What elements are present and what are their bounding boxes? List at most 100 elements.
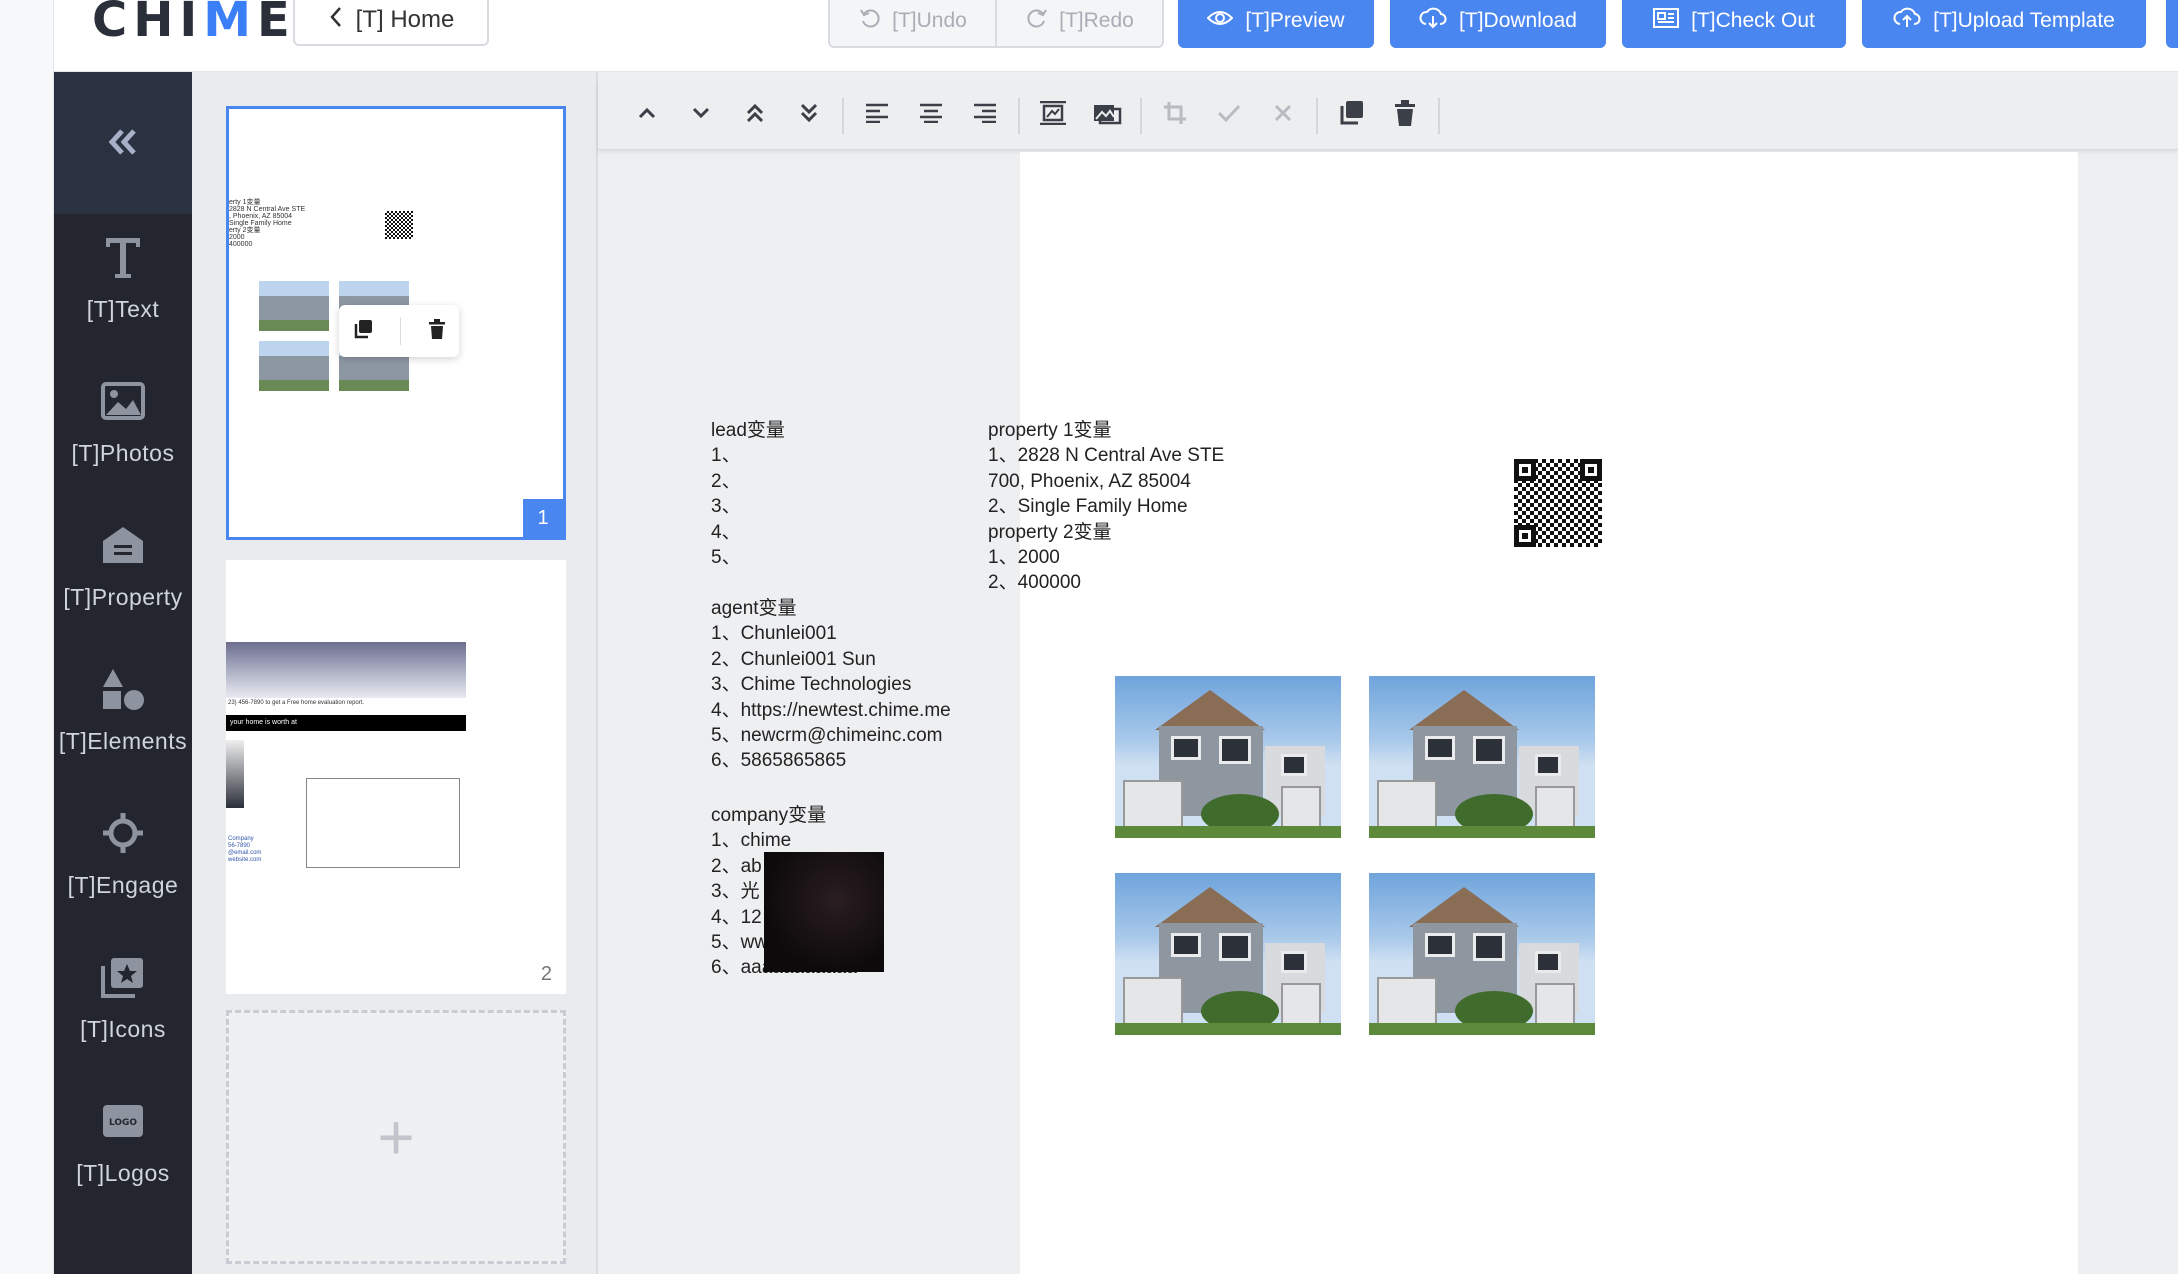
sidebar-label-text: [T]Text xyxy=(86,296,160,322)
house-photo-element[interactable] xyxy=(1369,873,1595,1035)
preview-button[interactable]: [T]Preview xyxy=(1178,0,1374,48)
sidebar-label-engage: [T]Engage xyxy=(67,872,179,898)
home-button[interactable]: [T] Home xyxy=(293,0,489,46)
thumbnail-tools-popup xyxy=(339,305,459,357)
redo-button[interactable]: [T]Redo xyxy=(995,0,1162,46)
page-number-badge: 1 xyxy=(523,499,563,537)
sidebar-label-photos: [T]Photos xyxy=(71,440,175,466)
checkout-document-icon xyxy=(1653,7,1680,35)
agent-variables-text[interactable]: agent变量 1、Chunlei001 2、Chunlei001 Sun 3、… xyxy=(711,596,951,774)
align-center-button[interactable] xyxy=(904,89,958,143)
left-sidebar: [T]Text [T]Photos [T]Property [T]Element… xyxy=(54,72,192,1274)
sidebar-label-icons: [T]Icons xyxy=(80,1016,166,1042)
check-out-label: [T]Check Out xyxy=(1691,9,1815,32)
upload-template-label: [T]Upload Template xyxy=(1933,9,2115,32)
editor-workspace: lead变量 1、 2、 3、 4、 5、 agent变量 1、Chunlei0… xyxy=(598,72,2178,1274)
add-page-button[interactable]: + xyxy=(226,1010,566,1264)
undo-button[interactable]: [T]Undo xyxy=(830,0,995,46)
sidebar-item-icons[interactable]: [T]Icons xyxy=(54,946,192,1066)
page-thumbnail-1[interactable]: erty 1变量 2828 N Central Ave STE , Phoeni… xyxy=(226,106,566,540)
sidebar-item-elements[interactable]: [T]Elements xyxy=(54,658,192,778)
align-right-icon xyxy=(973,103,997,128)
qr-code-element[interactable] xyxy=(1514,459,1602,547)
more-button[interactable] xyxy=(2166,0,2178,48)
align-center-icon xyxy=(919,103,943,128)
download-button[interactable]: [T]Download xyxy=(1390,0,1606,48)
eye-icon xyxy=(1206,8,1234,34)
trash-icon[interactable] xyxy=(428,318,446,344)
house-photo-element[interactable] xyxy=(1115,676,1341,838)
trash-icon xyxy=(1394,100,1416,131)
page-thumbnail-2[interactable]: 23) 456-7890 to get a Free home evaluati… xyxy=(226,560,566,994)
chevron-down-icon xyxy=(691,106,711,125)
align-right-button[interactable] xyxy=(958,89,1012,143)
thumbnail-2-banner-text: your home is worth at xyxy=(230,719,297,726)
sidebar-label-elements: [T]Elements xyxy=(58,728,188,754)
duplicate-icon[interactable] xyxy=(353,319,373,344)
undo-icon xyxy=(858,6,882,36)
cloud-download-icon xyxy=(1419,7,1447,35)
lead-variables-text[interactable]: lead变量 1、 2、 3、 4、 5、 xyxy=(711,418,785,570)
delete-element-button[interactable] xyxy=(1378,89,1432,143)
svg-text:LOGO: LOGO xyxy=(109,1118,137,1128)
page-thumbnails-panel: erty 1变量 2828 N Central Ave STE , Phoeni… xyxy=(192,72,598,1274)
element-toolbar xyxy=(598,82,2178,150)
cancel-crop-button[interactable] xyxy=(1256,89,1310,143)
align-left-button[interactable] xyxy=(850,89,904,143)
double-chevron-up-icon xyxy=(745,102,765,129)
home-button-label: [T] Home xyxy=(355,6,455,33)
sidebar-label-logos: [T]Logos xyxy=(76,1160,170,1186)
shapes-icon xyxy=(101,658,145,720)
undo-label: [T]Undo xyxy=(892,9,967,32)
thumbnail-1-house-photo xyxy=(259,281,329,331)
thumbnail-1-text: erty 1变量 2828 N Central Ave STE , Phoeni… xyxy=(229,199,306,248)
check-icon xyxy=(1217,103,1241,128)
move-down-button[interactable] xyxy=(674,89,728,143)
check-out-button[interactable]: [T]Check Out xyxy=(1622,0,1846,48)
redo-icon xyxy=(1025,6,1049,36)
logo-icon: LOGO xyxy=(101,1090,145,1152)
crosshair-icon xyxy=(101,802,145,864)
fit-frame-icon xyxy=(1039,100,1067,130)
duplicate-element-button[interactable] xyxy=(1324,89,1378,143)
crop-button[interactable] xyxy=(1148,89,1202,143)
fit-image-button[interactable] xyxy=(1026,89,1080,143)
chevron-left-icon xyxy=(328,5,344,36)
confirm-crop-button[interactable] xyxy=(1202,89,1256,143)
upload-template-button[interactable]: [T]Upload Template xyxy=(1862,0,2146,48)
crop-icon xyxy=(1163,101,1187,130)
collapse-sidebar-button[interactable] xyxy=(54,72,192,214)
cloud-upload-icon xyxy=(1893,7,1921,35)
house-photo-element[interactable] xyxy=(1369,676,1595,838)
thumbnail-2-black-bar: your home is worth at xyxy=(226,715,466,731)
page-number-label: 2 xyxy=(540,963,552,985)
duplicate-icon xyxy=(1338,100,1364,131)
image-icon xyxy=(101,370,145,432)
thumbnail-2-banner-photo xyxy=(226,642,466,698)
replace-image-button[interactable] xyxy=(1080,89,1134,143)
house-icon xyxy=(101,514,145,576)
close-icon xyxy=(1274,104,1292,127)
thumbnail-1-qr-code xyxy=(385,211,413,239)
move-up-button[interactable] xyxy=(620,89,674,143)
house-photo-element[interactable] xyxy=(1115,873,1341,1035)
sidebar-label-property: [T]Property xyxy=(63,584,183,610)
chime-logo: CHIME xyxy=(92,0,296,48)
dark-photo-element[interactable] xyxy=(764,852,884,972)
thumbnail-2-empty-frame xyxy=(306,778,460,868)
chevron-up-icon xyxy=(637,106,657,125)
text-icon xyxy=(103,226,143,288)
double-chevron-left-icon xyxy=(106,119,140,167)
send-to-back-button[interactable] xyxy=(782,89,836,143)
bring-to-front-button[interactable] xyxy=(728,89,782,143)
undo-redo-group: [T]Undo [T]Redo xyxy=(828,0,1164,48)
align-left-icon xyxy=(865,103,889,128)
download-label: [T]Download xyxy=(1459,9,1577,32)
sidebar-item-logos[interactable]: LOGO [T]Logos xyxy=(54,1090,192,1210)
preview-label: [T]Preview xyxy=(1245,9,1345,32)
sidebar-item-property[interactable]: [T]Property xyxy=(54,514,192,634)
property-variables-text[interactable]: property 1变量 1、2828 N Central Ave STE 70… xyxy=(988,418,1224,596)
sidebar-item-photos[interactable]: [T]Photos xyxy=(54,370,192,490)
sidebar-item-text[interactable]: [T]Text xyxy=(54,226,192,346)
sidebar-item-engage[interactable]: [T]Engage xyxy=(54,802,192,922)
